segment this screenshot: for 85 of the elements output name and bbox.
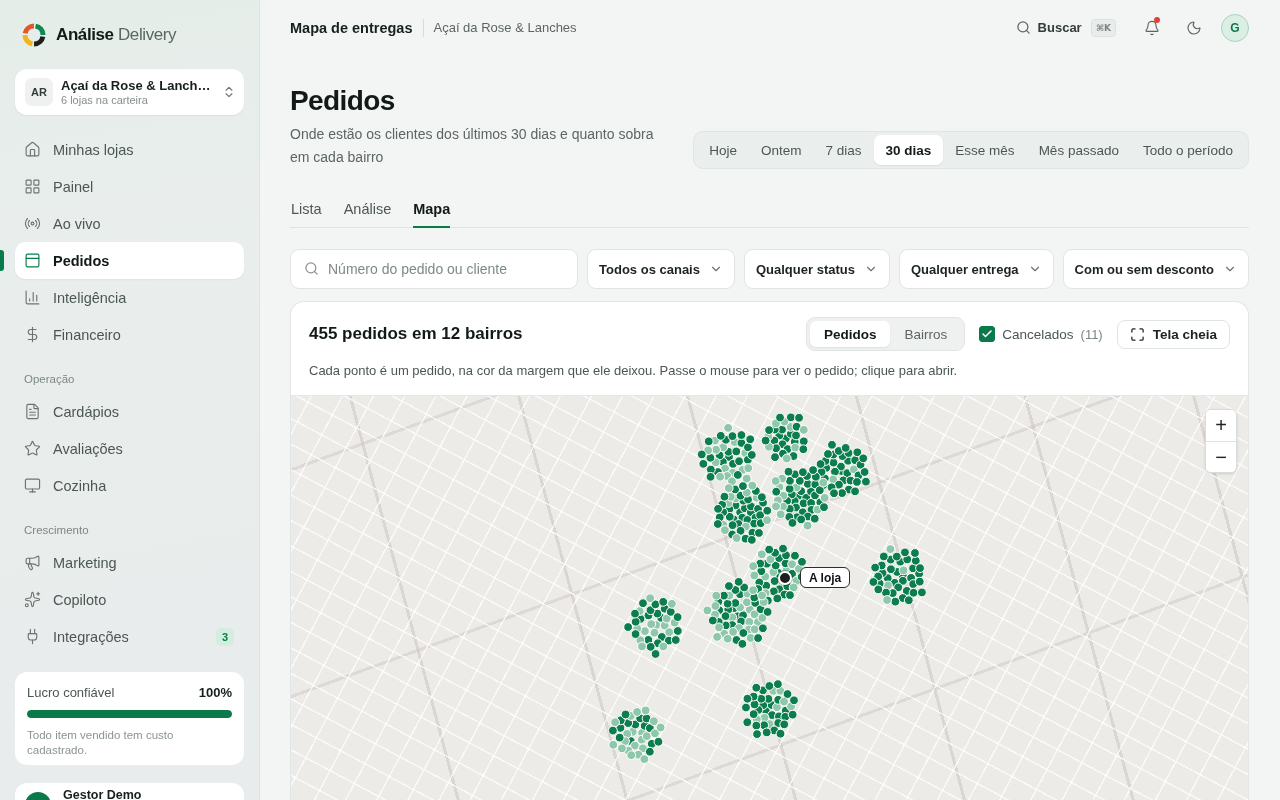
count-badge: 3 <box>215 627 234 646</box>
section-label: Operação <box>23 372 76 386</box>
checkbox[interactable] <box>979 326 996 342</box>
document-icon <box>24 403 41 420</box>
sparkles-icon <box>24 591 41 608</box>
monitor-icon <box>24 477 41 494</box>
profit-value: 100% <box>198 685 232 700</box>
order-dot-cluster[interactable] <box>696 423 757 487</box>
shortcut-hint: ⌘K <box>1090 18 1116 37</box>
search-icon <box>304 261 319 276</box>
zoom-in-button[interactable]: + <box>1206 410 1236 441</box>
nav-item[interactable]: Marketing <box>15 544 244 581</box>
order-dot-cluster[interactable] <box>770 465 830 531</box>
period-option[interactable]: Ontem <box>749 135 814 165</box>
store-label: A loja <box>800 567 851 588</box>
nav-item[interactable]: Cardápios <box>15 393 244 430</box>
store-switcher[interactable]: AR Açaí da Rose & Lanch… 6 lojas na carteira <box>15 69 244 115</box>
profit-label: Lucro confiável <box>27 685 115 700</box>
filter-dropdown[interactable]: Todos os canais <box>587 249 735 289</box>
check-icon <box>981 328 994 340</box>
profit-note: Todo item vendido tem custo cadastrado. <box>27 728 175 758</box>
store-name: Açaí da Rose & Lanch… <box>61 78 211 93</box>
page-heading: Mapa de entregas <box>290 19 413 36</box>
user-name: Gestor Demo <box>63 789 142 800</box>
panel-icon <box>24 252 41 269</box>
expand-icon <box>1129 326 1145 342</box>
bell-icon <box>1144 19 1160 36</box>
period-option[interactable]: Mês passado <box>1026 135 1131 165</box>
nav-item[interactable]: Inteligência <box>15 279 244 316</box>
cancelled-count: (11) <box>1080 326 1103 342</box>
brand-name: Análise Delivery <box>56 24 177 45</box>
view-option[interactable]: Pedidos <box>809 321 891 347</box>
bar-chart-icon <box>24 289 41 306</box>
tab[interactable]: Lista <box>291 191 322 228</box>
order-dot-cluster[interactable] <box>608 705 666 764</box>
nav-item[interactable]: Financeiro <box>15 316 244 353</box>
nav-item[interactable]: Painel <box>15 168 244 205</box>
page-title: Pedidos <box>290 84 396 118</box>
grid-icon <box>24 178 41 195</box>
view-option[interactable]: Bairros <box>890 321 962 347</box>
period-option[interactable]: 30 dias <box>873 135 944 165</box>
period-option[interactable]: Todo o período <box>1130 135 1245 165</box>
order-dot-cluster[interactable] <box>741 679 799 739</box>
nav-item[interactable]: Ao vivo <box>15 205 244 242</box>
nav-item[interactable]: Copiloto <box>15 581 244 618</box>
section-label: Crescimento <box>23 523 90 537</box>
nav-item[interactable]: Cozinha <box>15 467 244 504</box>
user-card[interactable]: Gestor Demo <box>15 783 244 800</box>
order-dot-cluster[interactable] <box>702 576 773 649</box>
search-icon <box>1015 20 1031 35</box>
nav-item[interactable]: Minhas lojas <box>15 131 244 168</box>
fullscreen-button[interactable]: Tela cheia <box>1116 319 1230 349</box>
order-dot-cluster[interactable] <box>760 412 809 464</box>
nav-item[interactable]: Avaliações <box>15 430 244 467</box>
store-initials: AR <box>25 78 53 106</box>
store-count: 6 lojas na carteira <box>61 94 148 106</box>
house-icon <box>24 141 41 158</box>
active-indicator <box>0 250 4 271</box>
user-avatar[interactable]: G <box>1221 13 1249 42</box>
zoom-out-button[interactable]: − <box>1206 441 1236 472</box>
logo-icon <box>22 22 46 47</box>
tab[interactable]: Análise <box>343 191 392 228</box>
map-description: Cada ponto é um pedido, na cor da margem que ele deixou. Passe o mouse para ver o pedido; clique para abrir. <box>309 363 959 379</box>
search-field[interactable]: Número do pedido ou cliente <box>290 249 579 289</box>
period-option[interactable]: 7 dias <box>813 135 874 165</box>
tab[interactable]: Mapa <box>413 191 451 228</box>
order-dot-cluster[interactable] <box>868 544 927 607</box>
moon-icon <box>1186 19 1202 36</box>
search-button[interactable]: Buscar ⌘K <box>1015 18 1116 37</box>
order-dot-cluster[interactable] <box>623 593 683 659</box>
star-icon <box>24 440 41 457</box>
checkbox-label: Cancelados <box>1002 326 1074 342</box>
filter-dropdown[interactable]: Qualquer status <box>743 249 890 289</box>
filter-dropdown[interactable]: Qualquer entrega <box>898 249 1054 289</box>
radio-icon <box>24 215 41 232</box>
period-option[interactable]: Esse mês <box>943 135 1027 165</box>
megaphone-icon <box>24 554 41 571</box>
period-option[interactable]: Hoje <box>697 135 749 165</box>
order-dot-cluster[interactable] <box>712 480 773 545</box>
store-name: Açaí da Rose & Lanches <box>433 20 577 35</box>
nav-item[interactable]: Integrações 3 <box>15 618 244 655</box>
map-title: 455 pedidos em 12 bairros <box>309 324 523 344</box>
filter-dropdown[interactable]: Com ou sem desconto <box>1062 249 1249 289</box>
map-placeholder[interactable]: A loja + − <box>291 395 1248 800</box>
page-description: Onde estão os clientes dos últimos 30 dias e quanto sobra em cada bairro <box>290 125 655 167</box>
